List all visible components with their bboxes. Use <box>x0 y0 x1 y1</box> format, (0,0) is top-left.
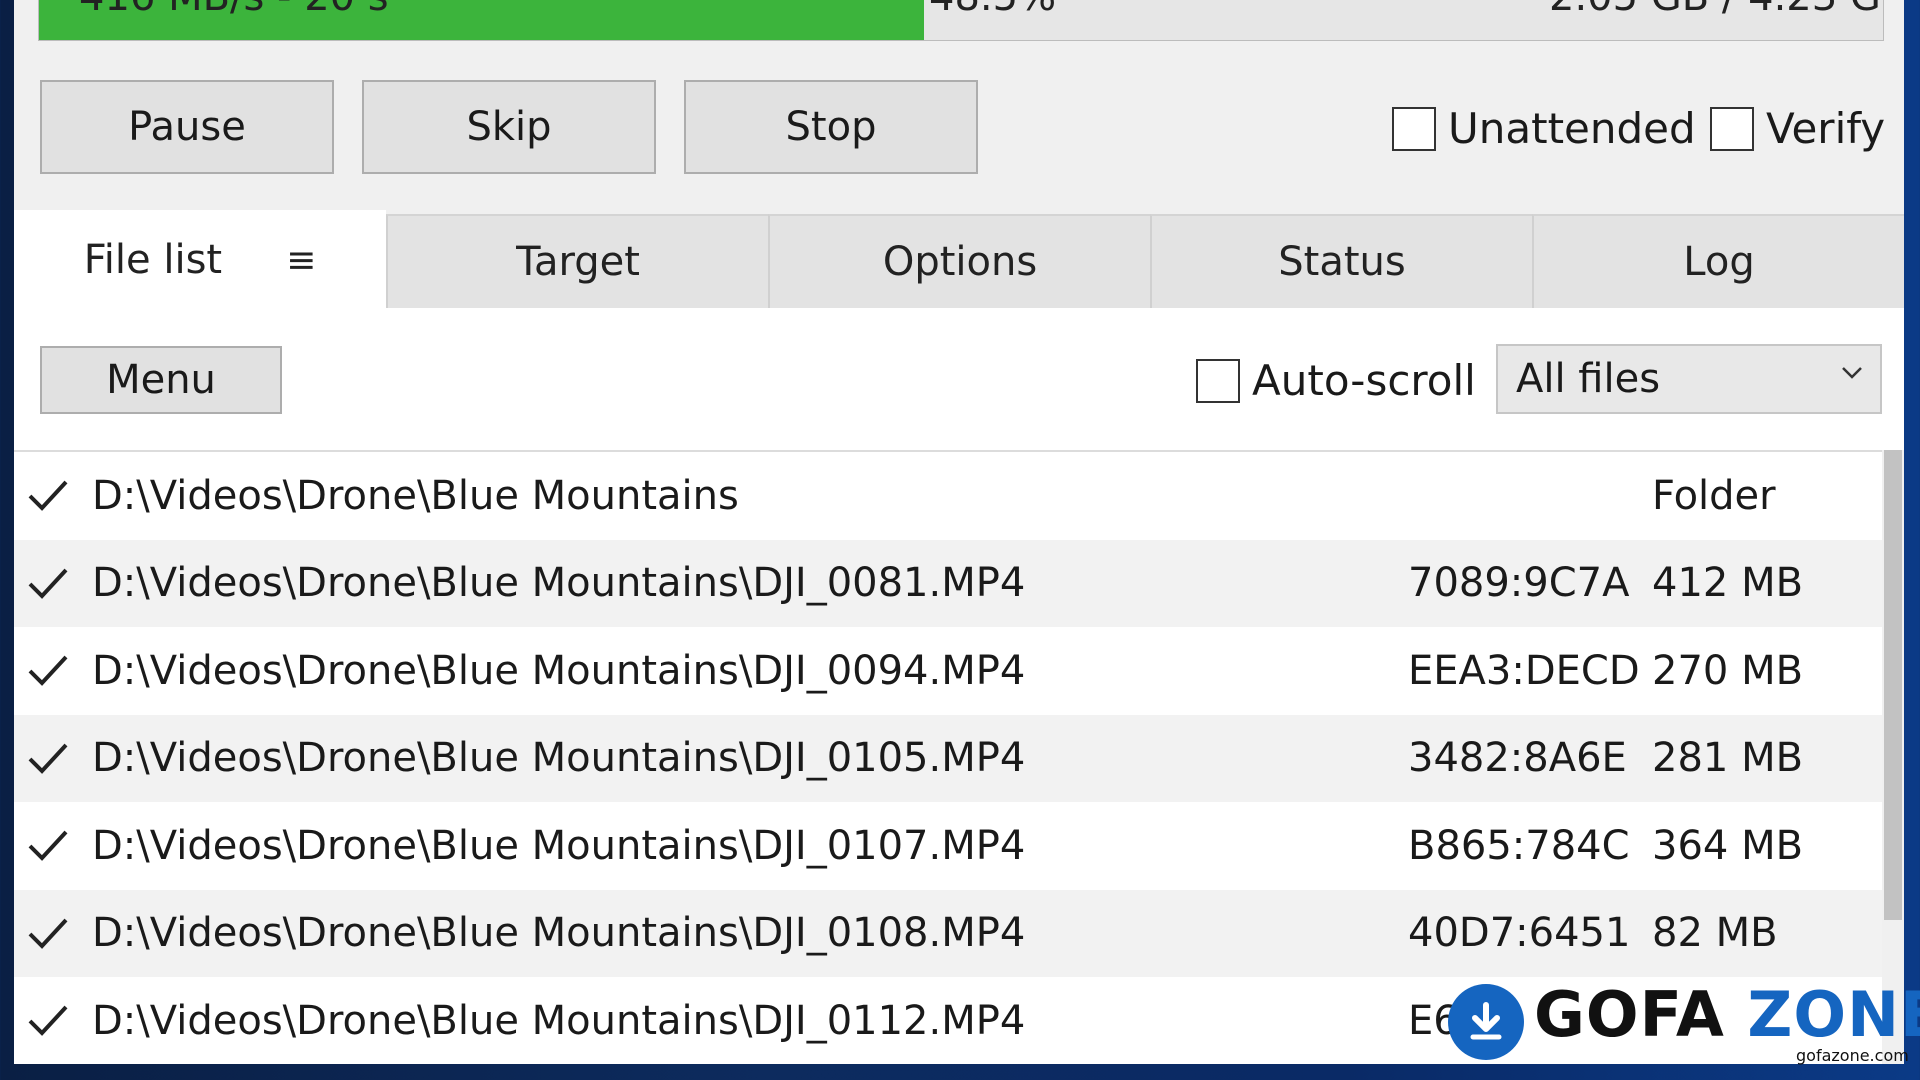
list-item[interactable]: D:\Videos\Drone\Blue Mountains\DJI_0105.… <box>14 714 1882 802</box>
verify-label: Verify <box>1766 104 1886 153</box>
brand-part-b: ZONE <box>1747 978 1920 1051</box>
checkmark-icon <box>28 568 68 599</box>
auto-scroll-option[interactable]: Auto-scroll <box>1196 356 1476 405</box>
file-size: 270 MB <box>1652 647 1804 694</box>
verify-checkbox[interactable] <box>1710 106 1754 151</box>
progress-percent: 48.5% <box>929 0 1056 20</box>
file-path: D:\Videos\Drone\Blue Mountains\DJI_0107.… <box>92 822 1026 869</box>
brand-part-a: GOFA <box>1534 978 1725 1051</box>
list-item[interactable]: D:\Videos\Drone\Blue Mountains\DJI_0108.… <box>14 889 1882 977</box>
file-path: D:\Videos\Drone\Blue Mountains\DJI_0094.… <box>92 647 1026 694</box>
checkmark-icon <box>28 1005 68 1036</box>
menu-button[interactable]: Menu <box>40 346 282 414</box>
file-list-panel: Menu Auto-scroll All files D:\Videos\Dro… <box>14 308 1904 1064</box>
file-filter-dropdown[interactable]: All files <box>1496 344 1882 414</box>
tab-label: Log <box>1683 239 1755 285</box>
progress-bar: 416 MB/s - 20 s 48.5% 2.05 GB / 4.23 GB <box>38 0 1884 41</box>
watermark-brand: GOFA ZONE <box>1534 978 1920 1051</box>
file-hash: 40D7:6451 <box>1408 910 1631 957</box>
progress-size: 2.05 GB / 4.23 GB <box>1549 0 1883 20</box>
list-item[interactable]: D:\Videos\Drone\Blue Mountains Folder <box>14 452 1882 540</box>
stop-button[interactable]: Stop <box>684 80 978 174</box>
unattended-option[interactable]: Unattended <box>1392 104 1696 153</box>
unattended-label: Unattended <box>1448 104 1696 153</box>
file-size: Folder <box>1652 472 1776 519</box>
file-size: 364 MB <box>1652 822 1804 869</box>
tab-target[interactable]: Target <box>386 214 768 308</box>
tab-label: Options <box>882 239 1038 285</box>
file-size: 281 MB <box>1652 735 1804 782</box>
checkmark-icon <box>28 830 68 861</box>
hamburger-icon[interactable]: ≡ <box>286 240 316 281</box>
file-path: D:\Videos\Drone\Blue Mountains\DJI_0105.… <box>92 735 1026 782</box>
watermark-url: gofazone.com <box>1796 1046 1909 1065</box>
checkmark-icon <box>28 480 68 511</box>
checkmark-icon <box>28 918 68 949</box>
checkmark-icon <box>28 655 68 686</box>
file-hash: EEA3:DECD <box>1408 647 1640 694</box>
file-path: D:\Videos\Drone\Blue Mountains <box>92 472 739 519</box>
vertical-scrollbar[interactable] <box>1882 450 1904 1064</box>
skip-button[interactable]: Skip <box>362 80 656 174</box>
gofazone-watermark: GOFA ZONE gofazone.com <box>1448 978 1920 1078</box>
file-list: D:\Videos\Drone\Blue Mountains Folder D:… <box>14 450 1882 1064</box>
chevron-down-icon <box>1842 367 1862 379</box>
pause-button[interactable]: Pause <box>40 80 334 174</box>
list-item[interactable]: D:\Videos\Drone\Blue Mountains\DJI_0107.… <box>14 802 1882 890</box>
checkmark-icon <box>28 743 68 774</box>
tab-bar: File list ≡ Target Options Status Log <box>14 210 1904 310</box>
transfer-speed: 416 MB/s - 20 s <box>79 0 389 20</box>
tab-label: Status <box>1278 239 1406 285</box>
file-size: 82 MB <box>1652 910 1778 957</box>
unattended-checkbox[interactable] <box>1392 106 1436 151</box>
file-path: D:\Videos\Drone\Blue Mountains\DJI_0081.… <box>92 560 1026 607</box>
file-hash: B865:784C <box>1408 822 1630 869</box>
download-icon <box>1448 984 1524 1060</box>
tab-label: Target <box>516 239 640 285</box>
app-window: 416 MB/s - 20 s 48.5% 2.05 GB / 4.23 GB … <box>14 0 1904 1064</box>
tab-options[interactable]: Options <box>768 214 1150 308</box>
list-item[interactable]: D:\Videos\Drone\Blue Mountains\DJI_0081.… <box>14 539 1882 627</box>
list-item[interactable]: D:\Videos\Drone\Blue Mountains\DJI_0094.… <box>14 627 1882 715</box>
file-filter-value: All files <box>1516 356 1661 402</box>
tab-log[interactable]: Log <box>1532 214 1904 308</box>
file-hash: 7089:9C7A <box>1408 560 1630 607</box>
tab-file-list[interactable]: File list ≡ <box>14 210 386 310</box>
auto-scroll-checkbox[interactable] <box>1196 358 1240 403</box>
file-path: D:\Videos\Drone\Blue Mountains\DJI_0108.… <box>92 910 1026 957</box>
tab-label: File list <box>83 237 223 283</box>
verify-option[interactable]: Verify <box>1710 104 1885 153</box>
file-path: D:\Videos\Drone\Blue Mountains\DJI_0112.… <box>92 997 1026 1044</box>
tab-status[interactable]: Status <box>1150 214 1532 308</box>
file-hash: 3482:8A6E <box>1408 735 1627 782</box>
auto-scroll-label: Auto-scroll <box>1252 356 1476 405</box>
file-size: 412 MB <box>1652 560 1804 607</box>
scrollbar-thumb[interactable] <box>1884 450 1902 920</box>
